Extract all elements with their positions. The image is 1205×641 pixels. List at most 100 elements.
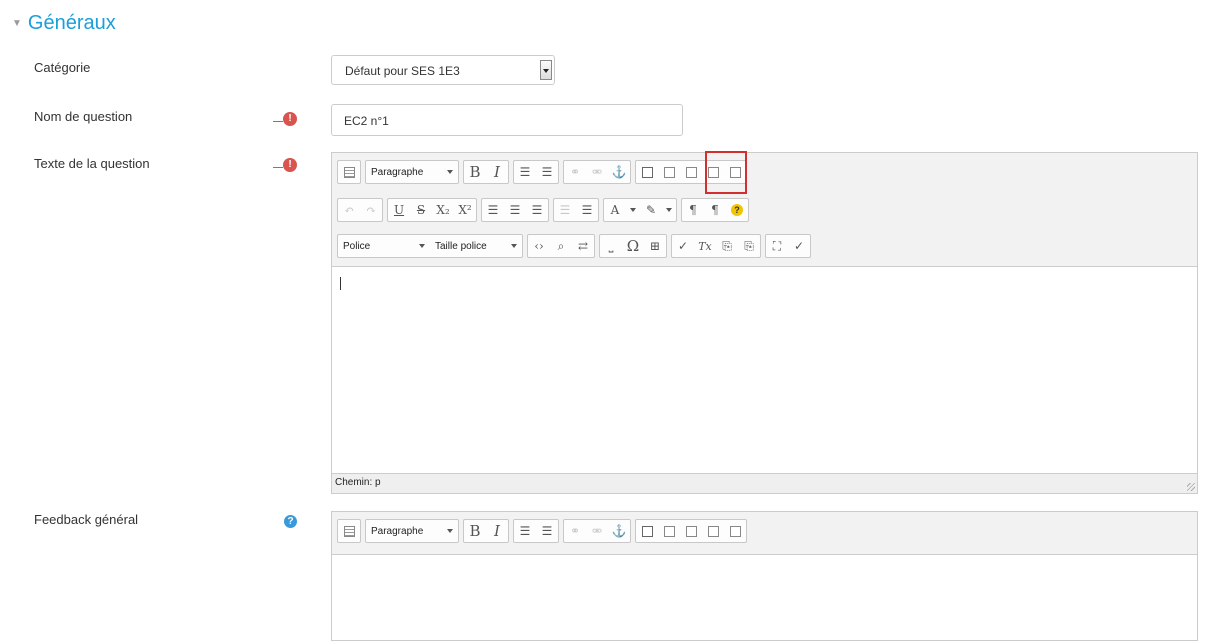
format-dropdown[interactable]: Paragraphe — [366, 161, 458, 183]
toolbar-group: ⚭ ⚮ ⚓ — [563, 519, 631, 543]
toolbar-group: ✓ Tx ⎘ ⎘ — [671, 234, 761, 258]
record-media-icon[interactable] — [724, 520, 746, 542]
chevron-down-icon — [447, 529, 453, 533]
align-right-icon[interactable]: ☰ — [526, 199, 548, 221]
category-select[interactable]: Défaut pour SES 1E3 — [331, 55, 555, 85]
insert-media-icon[interactable] — [658, 520, 680, 542]
insert-image-icon[interactable] — [636, 161, 658, 183]
format-dropdown-label: Paragraphe — [371, 525, 424, 537]
link-icon[interactable]: ⚭ — [564, 520, 586, 542]
table-icon[interactable]: ⊞ — [644, 235, 666, 257]
chevron-down-icon — [630, 208, 636, 212]
toolbar-group — [635, 519, 747, 543]
bold-button[interactable]: B — [464, 161, 486, 183]
text-color-icon[interactable]: A — [604, 199, 626, 221]
category-select-value: Défaut pour SES 1E3 — [345, 64, 460, 78]
feedback-label: Feedback général — [34, 512, 139, 527]
ltr-icon[interactable]: ¶ — [682, 199, 704, 221]
editor-content-area[interactable] — [332, 266, 1197, 474]
cleanup-icon[interactable]: ✓ — [672, 235, 694, 257]
background-color-dropdown[interactable] — [662, 199, 676, 221]
equation-icon[interactable] — [702, 520, 724, 542]
text-color-dropdown[interactable] — [626, 199, 640, 221]
chevron-down-icon — [666, 208, 672, 212]
category-label: Catégorie — [34, 60, 91, 75]
redo-icon[interactable]: ↷ — [360, 199, 382, 221]
toolbar-group: A ✎ — [603, 198, 677, 222]
outdent-icon[interactable]: ☰ — [554, 199, 576, 221]
collapse-triangle-icon[interactable]: ▼ — [12, 18, 22, 29]
question-name-label: Nom de question — [34, 109, 133, 124]
replace-icon[interactable]: ⇄ — [572, 235, 594, 257]
toolbar-group: ⛶ ✓ — [765, 234, 811, 258]
toolbar-group: ☰ ☰ — [553, 198, 599, 222]
italic-button[interactable]: I — [486, 161, 508, 183]
ordered-list-icon[interactable]: ☰ — [536, 520, 558, 542]
font-size-dropdown[interactable]: Taille police — [430, 235, 522, 257]
bold-button[interactable]: B — [464, 520, 486, 542]
nonbreaking-space-icon[interactable]: ⎵ — [600, 235, 622, 257]
clear-format-button[interactable]: Tx — [694, 235, 716, 257]
editor-path: Chemin: p — [335, 477, 381, 488]
indent-icon[interactable]: ☰ — [576, 199, 598, 221]
highlight-insert-image — [705, 151, 747, 194]
ordered-list-icon[interactable]: ☰ — [536, 161, 558, 183]
section-title[interactable]: Généraux — [28, 12, 116, 35]
editor-content-area[interactable] — [332, 554, 1197, 640]
toolbar-group: Paragraphe — [365, 519, 459, 543]
toolbar-group: ↶ ↷ — [337, 198, 383, 222]
code-icon[interactable]: ‹› — [528, 235, 550, 257]
toolbar-toggle-icon[interactable] — [338, 520, 360, 542]
manage-files-icon[interactable] — [680, 520, 702, 542]
unlink-icon[interactable]: ⚮ — [586, 161, 608, 183]
help-icon[interactable]: ? — [284, 515, 297, 528]
align-center-icon[interactable]: ☰ — [504, 199, 526, 221]
text-cursor — [340, 277, 341, 290]
unlink-icon[interactable]: ⚮ — [586, 520, 608, 542]
special-char-button[interactable]: Ω — [622, 235, 644, 257]
toolbar-group: ⎵ Ω ⊞ — [599, 234, 667, 258]
toolbar-group: ¶ ¶ ? — [681, 198, 749, 222]
dropdown-arrow-icon[interactable] — [540, 60, 552, 80]
question-text-editor: Paragraphe B I ☰ ☰ ⚭ ⚮ ⚓ ↶ ↷ U S X₂ X² ☰… — [331, 152, 1198, 494]
toolbar-group: B I — [463, 519, 509, 543]
paste-word-icon[interactable]: ⎘ — [738, 235, 760, 257]
unordered-list-icon[interactable]: ☰ — [514, 520, 536, 542]
insert-media-icon[interactable] — [658, 161, 680, 183]
subscript-button[interactable]: X₂ — [432, 199, 454, 221]
font-family-dropdown[interactable]: Police — [338, 235, 430, 257]
underline-button[interactable]: U — [388, 199, 410, 221]
question-name-input[interactable]: EC2 n°1 — [331, 104, 683, 136]
spellcheck-icon[interactable]: ✓ — [788, 235, 810, 257]
anchor-icon[interactable]: ⚓ — [608, 520, 630, 542]
resize-handle-icon[interactable] — [1187, 483, 1195, 491]
chevron-down-icon — [419, 244, 425, 248]
search-icon[interactable]: ⌕ — [550, 235, 572, 257]
section-header-generaux[interactable]: ▼ Généraux — [12, 12, 116, 35]
toolbar-group: ‹› ⌕ ⇄ — [527, 234, 595, 258]
toolbar-group: ☰ ☰ — [513, 160, 559, 184]
strikethrough-button[interactable]: S — [410, 199, 432, 221]
rtl-icon[interactable]: ¶ — [704, 199, 726, 221]
link-icon[interactable]: ⚭ — [564, 161, 586, 183]
italic-button[interactable]: I — [486, 520, 508, 542]
fullscreen-icon[interactable]: ⛶ — [766, 235, 788, 257]
background-color-icon[interactable]: ✎ — [640, 199, 662, 221]
format-dropdown[interactable]: Paragraphe — [366, 520, 458, 542]
toolbar-group: Paragraphe — [365, 160, 459, 184]
help-badge: ? — [731, 204, 743, 216]
format-dropdown-label: Paragraphe — [371, 166, 424, 178]
editor-status-bar: Chemin: p — [332, 473, 1197, 493]
align-left-icon[interactable]: ☰ — [482, 199, 504, 221]
paste-text-icon[interactable]: ⎘ — [716, 235, 738, 257]
unordered-list-icon[interactable]: ☰ — [514, 161, 536, 183]
undo-icon[interactable]: ↶ — [338, 199, 360, 221]
anchor-icon[interactable]: ⚓ — [608, 161, 630, 183]
help-icon[interactable]: ? — [726, 199, 748, 221]
toolbar-row-1: Paragraphe B I ☰ ☰ ⚭ ⚮ ⚓ — [337, 519, 747, 543]
question-name-value: EC2 n°1 — [344, 114, 389, 128]
insert-image-icon[interactable] — [636, 520, 658, 542]
manage-files-icon[interactable] — [680, 161, 702, 183]
toolbar-toggle-icon[interactable] — [338, 161, 360, 183]
superscript-button[interactable]: X² — [454, 199, 476, 221]
